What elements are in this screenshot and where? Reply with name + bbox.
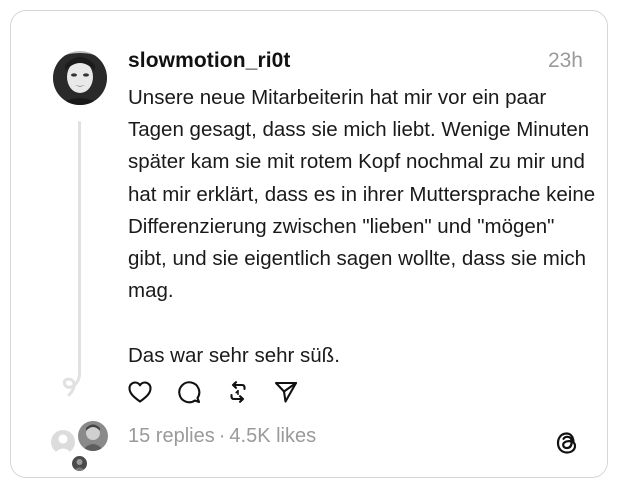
author-avatar[interactable] [53,51,107,105]
threads-logo-icon[interactable] [553,429,581,457]
username[interactable]: slowmotion_ri0t [128,49,291,73]
post-timestamp: 23h [547,49,583,72]
thread-loop-icon [62,371,81,397]
replies-count[interactable]: 15 replies [128,425,215,447]
avatar-image [53,51,107,105]
replier-avatar [72,456,87,471]
replier-avatar [78,421,108,451]
share-icon[interactable] [273,379,299,405]
post-stats: 15 replies · 4.5K likes [128,425,316,448]
thread-line [78,121,81,377]
post-card[interactable]: slowmotion_ri0t 23h Unsere neue Mitarbei… [10,10,608,478]
likes-count[interactable]: 4.5K likes [229,425,316,447]
replier-avatar [51,430,75,454]
repost-icon[interactable] [225,379,251,405]
post-text: Unsere neue Mitarbeiterin hat mir vor ei… [128,86,596,367]
stats-separator: · [218,425,226,447]
heart-icon[interactable] [127,379,153,405]
comment-icon[interactable] [176,379,202,405]
